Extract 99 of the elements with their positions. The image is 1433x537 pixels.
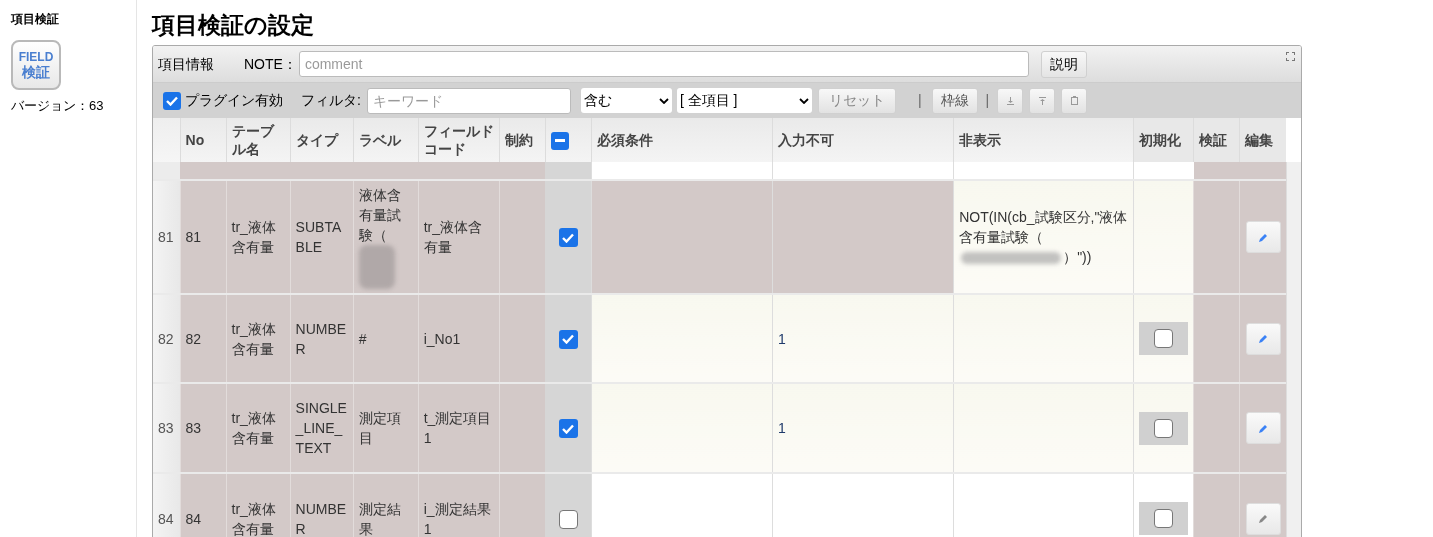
condition-cell[interactable] (772, 180, 954, 294)
pencil-icon (1258, 514, 1268, 523)
filter-label: フィルタ: (301, 91, 361, 110)
table-cell: tr_液体含有量 (231, 219, 276, 255)
condition-text: NOT(IN(cb_試験区分,"液体含有量試験（ (959, 209, 1128, 245)
condition-cell[interactable] (591, 180, 773, 294)
condition-cell[interactable] (953, 294, 1134, 383)
table-cell: 測定結果 (358, 500, 401, 537)
row-checkbox[interactable] (558, 419, 578, 439)
toolbar-label: 項目情報 (158, 54, 214, 74)
table-cell: # (358, 330, 367, 347)
note-field[interactable]: comment (298, 51, 1029, 77)
table-cell: NUMBER (295, 320, 347, 357)
condition-cell[interactable] (591, 294, 773, 383)
edit-button[interactable] (1245, 502, 1281, 535)
table-cell: NUMBER (295, 500, 347, 537)
border-button[interactable]: 枠線 (931, 87, 978, 114)
table-cell: i_No1 (423, 330, 461, 347)
table-cell: 82 (185, 330, 202, 347)
redacted-blur (358, 245, 395, 289)
column-header: タイプ (295, 132, 338, 148)
column-header: 入力不可 (777, 132, 834, 148)
table-cell: 液体含有量試験（ (358, 187, 401, 243)
table-cell: SUBTABLE (295, 219, 342, 255)
row-number: 83 (158, 420, 174, 436)
checkmark-icon (166, 95, 178, 106)
condition-cell[interactable] (591, 473, 773, 537)
init-toggle[interactable] (1139, 502, 1189, 535)
table-cell: i_測定結果1 (423, 500, 491, 537)
column-header: 編集 (1245, 132, 1274, 148)
column-header: ラベル (358, 132, 401, 148)
condition-text: 1 (777, 330, 786, 347)
version-text: バージョン：63 (11, 97, 105, 115)
table-cell: t_測定項目1 (423, 410, 492, 446)
condition-cell[interactable]: NOT(IN(cb_試験区分,"液体含有量試験（ ）")) (953, 180, 1134, 294)
table-cell: tr_液体含有量 (231, 320, 276, 357)
column-header: テーブル名 (231, 123, 274, 157)
pencil-icon (1258, 232, 1268, 242)
scope-dropdown[interactable]: [ 全項目 ] (676, 88, 812, 113)
download-button[interactable] (997, 87, 1024, 114)
pencil-icon (1258, 423, 1268, 433)
keyword-field[interactable]: キーワード (366, 87, 571, 114)
row-checkbox[interactable] (558, 509, 578, 529)
row-number: 82 (158, 330, 174, 347)
condition-text: ）")) (1063, 249, 1092, 265)
pencil-icon (1258, 334, 1268, 343)
separator: | (985, 91, 990, 110)
upload-button[interactable] (1029, 87, 1056, 114)
sidebar-title: 項目検証 (11, 11, 60, 28)
condition-text: 1 (777, 420, 786, 436)
column-header: No (185, 132, 205, 148)
edit-button[interactable] (1245, 412, 1281, 444)
init-toggle[interactable] (1139, 322, 1189, 355)
clipboard-icon (1070, 96, 1078, 105)
row-checkbox[interactable] (558, 228, 578, 248)
checkmark-icon (562, 423, 575, 434)
dropdown-caret-icon (658, 97, 669, 104)
dropdown-caret-icon (798, 97, 809, 104)
page-title: 項目検証の設定 (152, 11, 315, 40)
checkmark-icon (562, 334, 575, 345)
select-all-checkbox[interactable] (550, 131, 569, 150)
scrollbar-track[interactable] (1286, 162, 1301, 537)
row-number: 84 (158, 510, 174, 527)
upload-icon (1038, 96, 1046, 105)
condition-cell[interactable]: 1 (772, 383, 954, 473)
condition-cell[interactable] (772, 473, 954, 537)
clipboard-button[interactable] (1061, 87, 1088, 114)
separator: | (917, 91, 922, 110)
note-label: NOTE： (244, 54, 297, 74)
column-header: 制約 (504, 132, 533, 148)
table-cell: 84 (185, 510, 202, 527)
plugin-enabled-checkbox[interactable]: プラグイン有効 (163, 90, 283, 111)
condition-cell[interactable]: 1 (772, 294, 954, 383)
edit-button[interactable] (1245, 221, 1281, 253)
table-cell: tr_液体含有量 (231, 410, 276, 446)
plugin-logo: FIELD 検証 (11, 40, 61, 90)
table-cell: 81 (185, 229, 202, 245)
row-checkbox[interactable] (558, 329, 578, 349)
edit-button[interactable] (1245, 322, 1281, 355)
help-button[interactable]: 説明 (1040, 50, 1087, 78)
column-header: 初期化 (1139, 132, 1182, 148)
expand-icon[interactable] (1286, 52, 1295, 61)
table-cell: 83 (185, 420, 202, 436)
table-cell: SINGLE_LINE_TEXT (295, 400, 347, 456)
column-header: フィールドコード (423, 123, 494, 157)
condition-cell[interactable] (953, 383, 1134, 473)
table-cell: 測定項目 (358, 410, 401, 446)
download-icon (1006, 96, 1014, 105)
column-header: 検証 (1199, 132, 1228, 148)
init-toggle[interactable] (1139, 411, 1189, 445)
condition-cell[interactable] (953, 473, 1134, 537)
table-cell: tr_液体含有量 (423, 219, 483, 255)
condition-cell[interactable] (591, 383, 773, 473)
row-number: 81 (158, 229, 174, 245)
column-header: 非表示 (959, 132, 1002, 148)
checkmark-icon (562, 232, 575, 243)
column-header: 必須条件 (596, 132, 653, 148)
match-dropdown[interactable]: 含む (580, 88, 672, 113)
table-cell: tr_液体含有量 (231, 500, 276, 537)
